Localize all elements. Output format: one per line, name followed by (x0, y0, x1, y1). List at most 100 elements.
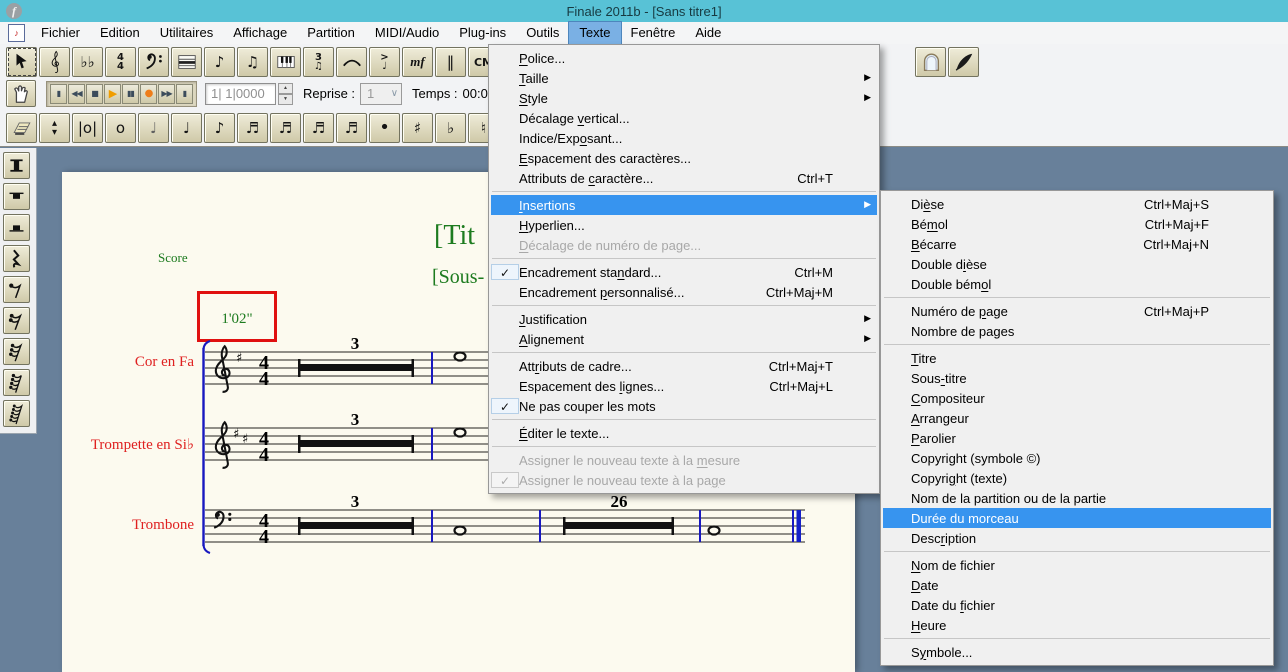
menu-item-indice-exposant[interactable]: Indice/Exposant... (491, 128, 877, 148)
menu-item-symbole[interactable]: Symbole... (883, 642, 1271, 662)
mirror-tool-button[interactable] (915, 47, 946, 77)
reprise-dropdown[interactable]: 1 ∨ (360, 83, 402, 105)
tuplet-tool-button[interactable]: 3♫ (303, 47, 334, 77)
menu-item-espacement-des-lignes[interactable]: Espacement des lignes...Ctrl+Maj+L (491, 376, 877, 396)
playback-counter-field[interactable]: 1| 1|0000 (205, 83, 276, 105)
pause-button[interactable]: ▮▮ (122, 84, 139, 104)
whole-note-button[interactable]: o (105, 113, 136, 143)
eighth-note-button[interactable]: ♪ (204, 113, 235, 143)
menu-affichage[interactable]: Affichage (223, 22, 297, 44)
sharp-button[interactable]: ♯ (402, 113, 433, 143)
menu-item-hyperlien[interactable]: Hyperlien... (491, 215, 877, 235)
menu-plug-ins[interactable]: Plug-ins (449, 22, 516, 44)
menu-texte[interactable]: Texte (569, 22, 620, 44)
menu-item-numero-de-page[interactable]: Numéro de pageCtrl+Maj+P (883, 301, 1271, 321)
menu-item-heure[interactable]: Heure (883, 615, 1271, 635)
play-button[interactable]: ▶ (104, 84, 121, 104)
menu-midi-audio[interactable]: MIDI/Audio (365, 22, 449, 44)
menu-fichier[interactable]: Fichier (31, 22, 90, 44)
menu-item-duree-du-morceau[interactable]: Durée du morceau (883, 508, 1271, 528)
menu-item-attributs-de-cadre[interactable]: Attributs de cadre...Ctrl+Maj+T (491, 356, 877, 376)
menu-item-arrangeur[interactable]: Arrangeur (883, 408, 1271, 428)
sixteenth-note-button[interactable]: ♬ (237, 113, 268, 143)
key-signature-tool-button[interactable]: ♭♭ (72, 47, 103, 77)
menu-partition[interactable]: Partition (297, 22, 365, 44)
menu-item-double-bemol[interactable]: Double bémol (883, 274, 1271, 294)
menu-outils[interactable]: Outils (516, 22, 569, 44)
menu-item-diese[interactable]: DièseCtrl+Maj+S (883, 194, 1271, 214)
rewind-button[interactable]: ◀◀ (68, 84, 85, 104)
menu-item-nombre-de-pages[interactable]: Nombre de pages (883, 321, 1271, 341)
menu-edition[interactable]: Edition (90, 22, 150, 44)
onetwentyeighth-rest-button[interactable] (3, 400, 30, 427)
menu-item-ne-pas-couper-les-mots[interactable]: ✓Ne pas couper les mots (491, 396, 877, 416)
flat-button[interactable]: ♭ (435, 113, 466, 143)
menu-item-nom-de-la-partition-ou-de-la-partie[interactable]: Nom de la partition ou de la partie (883, 488, 1271, 508)
menu-item-bemol[interactable]: BémolCtrl+Maj+F (883, 214, 1271, 234)
menu-item-decalage-de-numero-de-page[interactable]: Décalage de numéro de page... (491, 235, 877, 255)
menu-item-compositeur[interactable]: Compositeur (883, 388, 1271, 408)
menu-item-justification[interactable]: Justification▶ (491, 309, 877, 329)
breve-note-button[interactable]: |o| (72, 113, 103, 143)
eighth-rest-button[interactable] (3, 276, 30, 303)
note-entry-tool-button[interactable]: ♪ (204, 47, 235, 77)
spinner-down-button[interactable]: ▼ (278, 94, 293, 105)
document-icon[interactable]: ♪ (8, 24, 25, 42)
transpose-tool-button[interactable]: ▴▾ (39, 113, 70, 143)
whole-rest-button[interactable] (3, 183, 30, 210)
menu-item-insertions[interactable]: Insertions▶ (491, 195, 877, 215)
menu-item-assigner-le-nouveau-texte-a-la-page[interactable]: ✓Assigner le nouveau texte à la page (491, 470, 877, 490)
time-signature-tool-button[interactable]: 44 (105, 47, 136, 77)
hand-grabber-button[interactable] (6, 80, 36, 107)
repeat-tool-button[interactable]: ‖ (435, 47, 466, 77)
menu-item-style[interactable]: Style▶ (491, 88, 877, 108)
quarter-rest-button[interactable] (3, 245, 30, 272)
menu-item-parolier[interactable]: Parolier (883, 428, 1271, 448)
menu-item-taille[interactable]: Taille▶ (491, 68, 877, 88)
articulation-tool-button[interactable]: >♩ (369, 47, 400, 77)
menu-item-sous-titre[interactable]: Sous-titre (883, 368, 1271, 388)
stop-button[interactable]: ■ (86, 84, 103, 104)
menu-item-assigner-le-nouveau-texte-a-la-mesure[interactable]: Assigner le nouveau texte à la mesure (491, 450, 877, 470)
menu-item-editer-le-texte[interactable]: Éditer le texte... (491, 423, 877, 443)
menu-item-copyright-symbole[interactable]: Copyright (symbole ©) (883, 448, 1271, 468)
sixtyfourth-note-button[interactable]: ♬ (303, 113, 334, 143)
menu-item-becarre[interactable]: BécarreCtrl+Maj+N (883, 234, 1271, 254)
thirtysecond-note-button[interactable]: ♬ (270, 113, 301, 143)
menu-fenetre[interactable]: Fenêtre (621, 22, 686, 44)
menu-item-description[interactable]: Description (883, 528, 1271, 548)
go-to-end-button[interactable]: ▮ (176, 84, 193, 104)
clef-tool-button[interactable] (138, 47, 169, 77)
speedy-entry-tool-button[interactable] (6, 113, 37, 143)
menu-item-double-diese[interactable]: Double dièse (883, 254, 1271, 274)
simple-entry-tool-button[interactable]: ♫ (237, 47, 268, 77)
menu-item-decalage-vertical[interactable]: Décalage vertical... (491, 108, 877, 128)
thirtysecond-rest-button[interactable] (3, 338, 30, 365)
midi-tool-button[interactable] (270, 47, 301, 77)
expression-tool-button[interactable]: mf (402, 47, 433, 77)
half-note-button[interactable]: ♩ (138, 113, 169, 143)
quarter-note-button[interactable]: ♩ (171, 113, 202, 143)
half-rest-button[interactable] (3, 214, 30, 241)
menu-item-date-du-fichier[interactable]: Date du fichier (883, 595, 1271, 615)
selection-tool-button[interactable] (6, 47, 37, 77)
menu-item-attributs-de-caractere[interactable]: Attributs de caractère...Ctrl+T (491, 168, 877, 188)
menu-item-date[interactable]: Date (883, 575, 1271, 595)
menu-aide[interactable]: Aide (685, 22, 731, 44)
record-button[interactable]: ● (140, 84, 157, 104)
menu-item-alignement[interactable]: Alignement▶ (491, 329, 877, 349)
menu-item-police[interactable]: Police... (491, 48, 877, 68)
smart-shape-tool-button[interactable] (336, 47, 367, 77)
menu-item-copyright-texte[interactable]: Copyright (texte) (883, 468, 1271, 488)
menu-item-encadrement-standard[interactable]: ✓Encadrement standard...Ctrl+M (491, 262, 877, 282)
menu-item-titre[interactable]: Titre (883, 348, 1271, 368)
menu-item-encadrement-personnalise[interactable]: Encadrement personnalisé...Ctrl+Maj+M (491, 282, 877, 302)
fast-forward-button[interactable]: ▶▶ (158, 84, 175, 104)
onetwentyeighth-note-button[interactable]: ♬ (336, 113, 367, 143)
double-whole-rest-button[interactable] (3, 152, 30, 179)
sixtyfourth-rest-button[interactable] (3, 369, 30, 396)
sixteenth-rest-button[interactable] (3, 307, 30, 334)
go-to-start-button[interactable]: ▮ (50, 84, 67, 104)
spinner-up-button[interactable]: ▲ (278, 83, 293, 94)
menu-item-espacement-des-caracteres[interactable]: Espacement des caractères... (491, 148, 877, 168)
